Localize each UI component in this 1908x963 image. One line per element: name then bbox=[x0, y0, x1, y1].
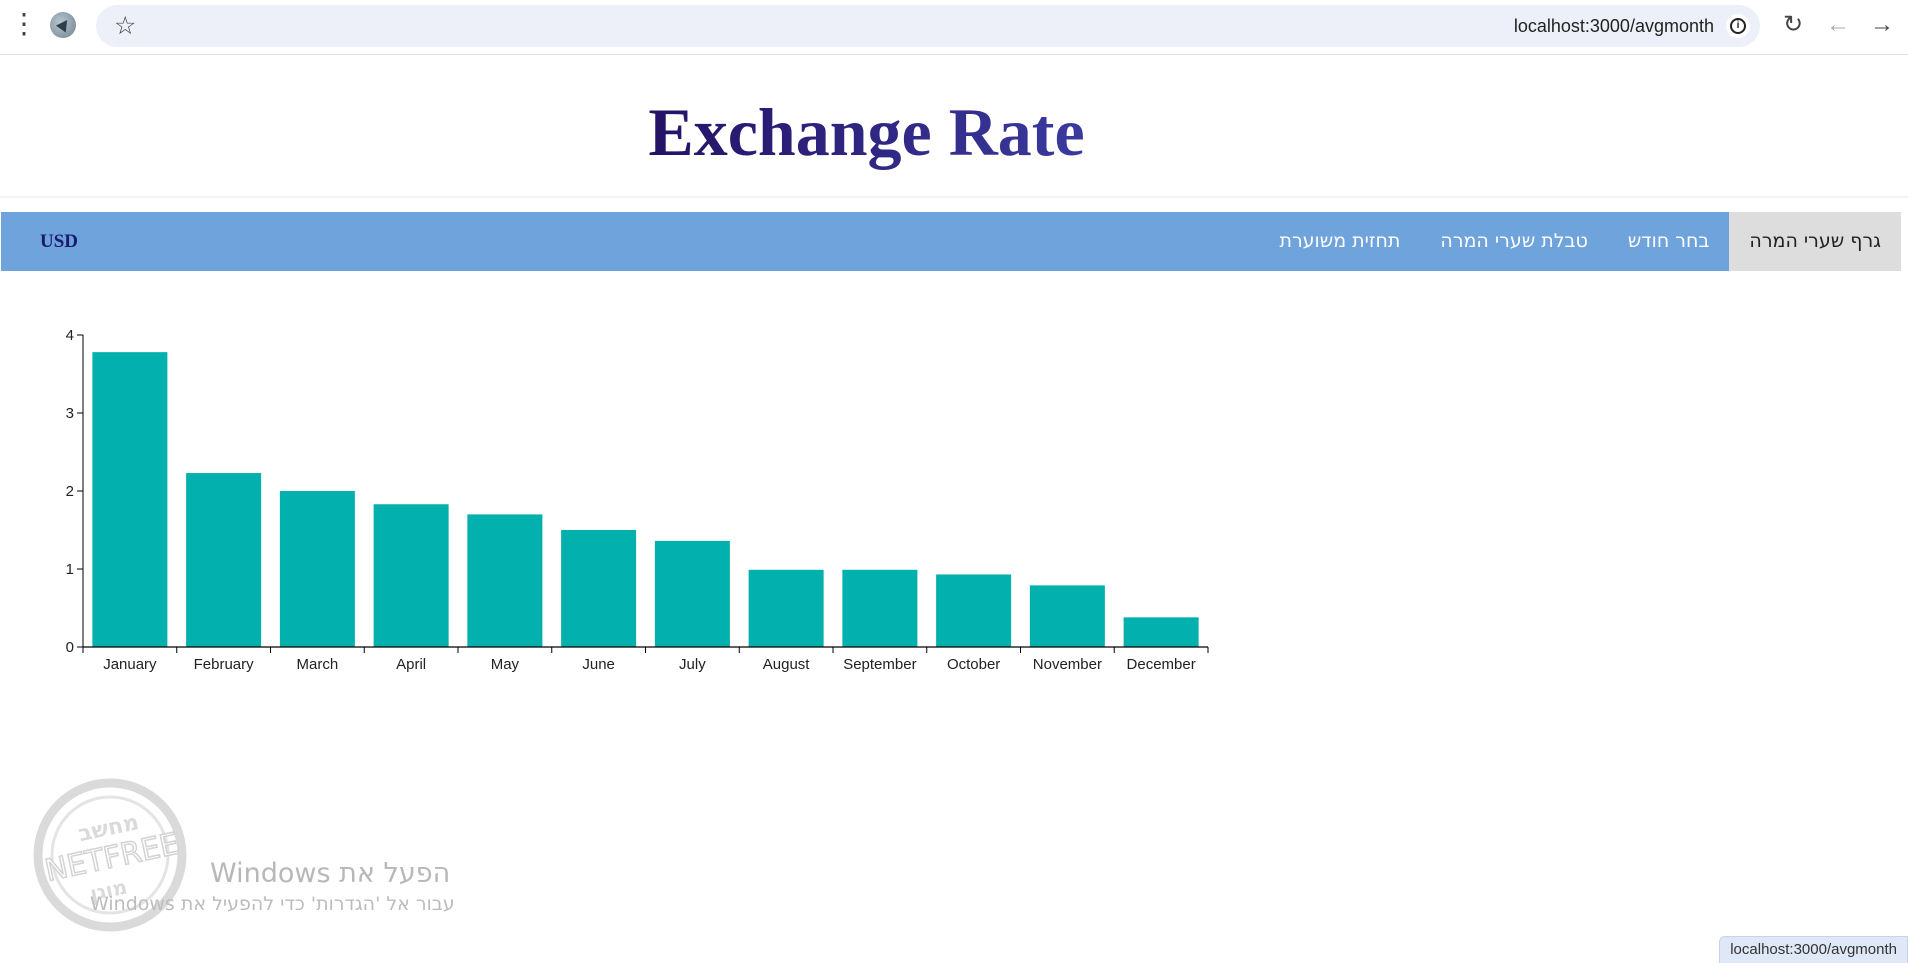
bar-september bbox=[842, 569, 918, 647]
bar-august bbox=[748, 569, 824, 647]
x-tick-label: April bbox=[396, 656, 426, 673]
bar-chart: 0 1 2 3 4 January February March April May June Jul… bbox=[66, 327, 1209, 673]
bar-march bbox=[279, 491, 355, 647]
back-icon[interactable]: ← bbox=[1823, 10, 1853, 40]
bar-may bbox=[467, 514, 543, 647]
status-bar-url: localhost:3000/avgmonth bbox=[1719, 936, 1908, 963]
kebab-menu-icon[interactable]: ⋮ bbox=[10, 10, 38, 38]
page-title-text: Exchange Rate bbox=[648, 94, 1085, 170]
bar-april bbox=[373, 504, 449, 647]
windows-activate-subtitle: עבור אל 'הגדרות' כדי להפעיל את Windows bbox=[90, 893, 455, 915]
x-tick-label: May bbox=[491, 656, 520, 673]
x-tick-label: July bbox=[679, 656, 706, 673]
bar-june bbox=[561, 530, 637, 647]
x-tick-label: October bbox=[947, 656, 1000, 673]
nav-item-choose-month[interactable]: בחר חודש bbox=[1608, 212, 1730, 271]
currency-label[interactable]: USD bbox=[40, 212, 78, 271]
y-tick-label: 1 bbox=[66, 561, 74, 578]
netfree-extension-icon[interactable] bbox=[50, 12, 76, 38]
bar-january bbox=[92, 352, 168, 647]
x-tick-label: September bbox=[843, 656, 916, 673]
bar-july bbox=[654, 540, 730, 647]
y-tick-label: 3 bbox=[66, 405, 74, 422]
y-tick-label: 2 bbox=[66, 483, 74, 500]
star-icon[interactable]: ☆ bbox=[114, 13, 136, 39]
divider bbox=[0, 196, 1908, 198]
x-tick-label: February bbox=[194, 656, 255, 673]
nav-item-rates-graph[interactable]: גרף שערי המרה bbox=[1729, 212, 1901, 271]
x-tick-label: June bbox=[582, 656, 615, 673]
x-tick-label: December bbox=[1127, 656, 1196, 673]
address-bar[interactable]: ☆ localhost:3000/avgmonth i bbox=[96, 5, 1760, 47]
nav-item-rates-table[interactable]: טבלת שערי המרה bbox=[1420, 212, 1607, 271]
y-tick-label: 4 bbox=[66, 327, 74, 344]
bar-october bbox=[936, 574, 1012, 647]
info-icon[interactable]: i bbox=[1726, 14, 1750, 38]
nav-item-forecast[interactable]: תחזית משוערת bbox=[1259, 212, 1420, 271]
x-tick-label: March bbox=[297, 656, 339, 673]
url-text[interactable]: localhost:3000/avgmonth bbox=[1514, 16, 1714, 37]
x-tick-label: November bbox=[1033, 656, 1102, 673]
bar-november bbox=[1029, 585, 1105, 647]
x-tick-label: August bbox=[763, 656, 811, 673]
bar-december bbox=[1123, 617, 1199, 647]
bar-february bbox=[186, 473, 262, 647]
browser-toolbar: ⋮ ☆ localhost:3000/avgmonth i ↻ ← → bbox=[0, 0, 1908, 55]
y-tick-label: 0 bbox=[66, 639, 74, 656]
forward-icon[interactable]: → bbox=[1867, 10, 1897, 40]
main-navbar: גרף שערי המרה בחר חודש טבלת שערי המרה תח… bbox=[1, 212, 1901, 271]
reload-icon[interactable]: ↻ bbox=[1778, 10, 1808, 40]
page-title: Exchange Rate bbox=[0, 92, 1733, 172]
x-tick-label: January bbox=[103, 656, 157, 673]
windows-activate-title: הפעל את Windows bbox=[210, 858, 451, 889]
